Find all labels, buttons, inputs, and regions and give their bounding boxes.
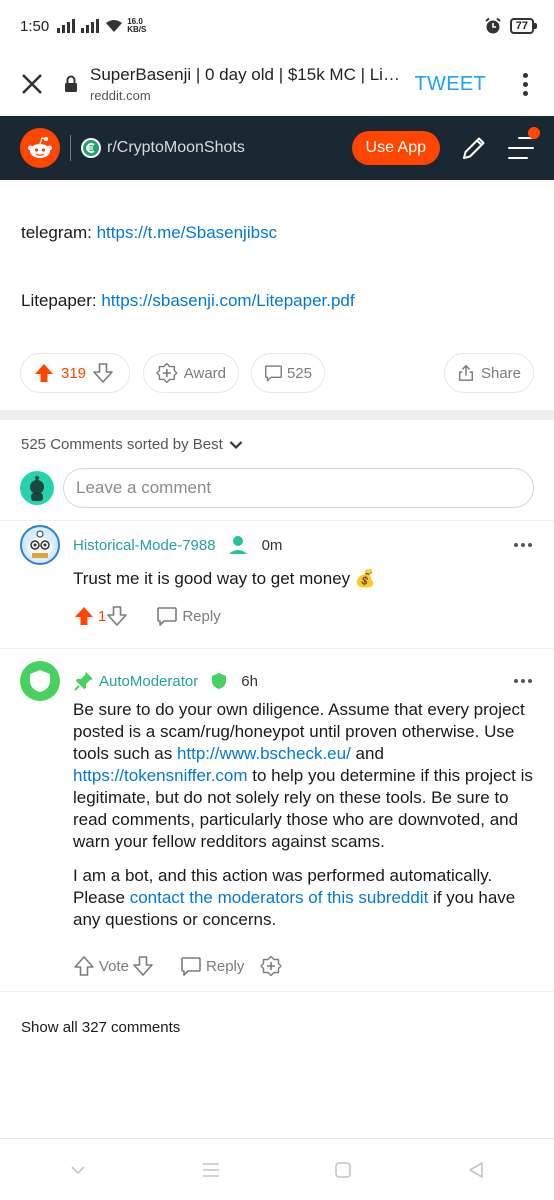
comment-username[interactable]: AutoModerator [99,673,198,690]
litepaper-label: Litepaper: [21,291,102,310]
pin-icon [74,672,93,691]
vote-control: 319 [20,353,130,393]
network-speed: 16.0 KB/S [127,18,153,34]
share-icon [458,364,473,381]
award-icon[interactable] [260,955,283,977]
status-time: 1:50 [20,17,50,35]
divider [0,648,554,649]
automoderator-avatar[interactable] [20,661,60,701]
nav-home-icon[interactable] [323,1150,363,1190]
comment-age: 0m [261,536,283,554]
page-title: SuperBasenji | 0 day old | $15k MC | Liq… [90,65,402,84]
share-label: Share [480,364,521,382]
comment-text: Trust me it is good way to get money 💰 [73,569,377,588]
comment-more-icon[interactable] [514,543,532,547]
nav-down-icon[interactable] [58,1150,98,1190]
litepaper-link[interactable]: https://sbasenji.com/Litepaper.pdf [101,291,354,310]
comments-button[interactable]: 525 [251,353,325,393]
menu-icon[interactable] [508,127,540,159]
close-icon[interactable] [0,52,64,116]
pencil-icon[interactable] [460,134,488,162]
reply-icon[interactable] [156,605,178,627]
section-separator [0,410,554,420]
telegram-line: telegram: https://t.me/Sbasenjibsc [21,223,277,243]
post-actions: 319 Award 525 Share [20,353,534,393]
wifi-icon [106,20,123,32]
header-divider [70,135,71,161]
moderator-shield-icon [212,673,227,689]
mod-text-part: and [350,744,384,763]
upvote-icon[interactable] [73,955,95,977]
upvote-icon[interactable] [33,362,55,384]
reply-icon[interactable] [180,955,202,977]
show-all-comments-link[interactable]: Show all 327 comments [21,1019,180,1036]
downvote-icon[interactable] [132,955,154,977]
user-avatar [20,471,54,505]
comment-automoderator: AutoModerator 6h Be sure to do your own … [20,661,534,981]
use-app-button[interactable]: Use App [351,131,440,165]
more-options-icon[interactable] [510,72,540,96]
share-button[interactable]: Share [444,353,534,393]
comment-historical-mode: Historical-Mode-7988 0m Trust me it is g… [20,525,534,631]
speed-unit: KB/S [127,25,147,34]
downvote-icon[interactable] [106,605,128,627]
comment-more-icon[interactable] [514,679,532,683]
comment-text-2: I am a bot, and this action was performe… [73,865,534,931]
lock-icon [65,75,77,92]
litepaper-line: Litepaper: https://sbasenji.com/Litepape… [21,291,355,311]
browser-bar: SuperBasenji | 0 day old | $15k MC | Liq… [0,52,554,116]
signal-icon [57,19,76,33]
award-label: Award [183,364,226,382]
comment-count: 525 [286,364,312,382]
commenter-avatar[interactable] [20,525,60,565]
comment-sort[interactable]: 525 Comments sorted by Best [21,436,243,453]
reply-button[interactable]: Reply [182,608,220,625]
notification-dot [528,127,540,139]
subreddit-icon [81,138,101,158]
nav-menu-icon[interactable] [191,1150,231,1190]
comment-score: 1 [98,607,107,625]
comment-icon [265,365,282,382]
op-user-icon [228,536,247,554]
comment-text: Be sure to do your own diligence. Assume… [73,699,534,853]
tweet-button[interactable]: TWEET [415,73,487,96]
upvote-icon[interactable] [73,605,95,627]
reply-button[interactable]: Reply [206,958,244,975]
vote-label: Vote [99,957,130,975]
reddit-logo-icon[interactable] [20,128,60,168]
comment-input[interactable] [63,468,534,508]
downvote-icon[interactable] [92,362,114,384]
nav-back-icon[interactable] [456,1150,496,1190]
divider [0,520,554,521]
sort-label: 525 Comments sorted by Best [21,436,223,453]
bscheck-link[interactable]: http://www.bscheck.eu/ [177,744,351,763]
page-domain: reddit.com [90,88,151,103]
tokensniffer-link[interactable]: https://tokensniffer.com [73,766,248,785]
page-info[interactable]: SuperBasenji | 0 day old | $15k MC | Liq… [90,65,415,103]
divider [0,991,554,992]
system-nav-bar [0,1138,554,1200]
award-icon [156,362,178,384]
status-bar: 1:50 16.0 KB/S 77 [0,0,554,52]
subreddit-name[interactable]: r/CryptoMoonShots [107,139,245,157]
reddit-header: r/CryptoMoonShots Use App [0,116,554,180]
signal-icon-2 [81,19,100,33]
alarm-icon [485,17,501,34]
chevron-down-icon [229,440,243,449]
telegram-link[interactable]: https://t.me/Sbasenjibsc [97,223,277,242]
comment-age: 6h [241,672,258,690]
comment-username[interactable]: Historical-Mode-7988 [73,537,216,554]
leave-comment-row [20,468,534,508]
upvote-count: 319 [61,364,87,382]
battery-icon: 77 [509,18,538,34]
telegram-label: telegram: [21,223,97,242]
award-button[interactable]: Award [143,353,239,393]
contact-moderators-link[interactable]: contact the moderators of this subreddit [130,888,429,907]
